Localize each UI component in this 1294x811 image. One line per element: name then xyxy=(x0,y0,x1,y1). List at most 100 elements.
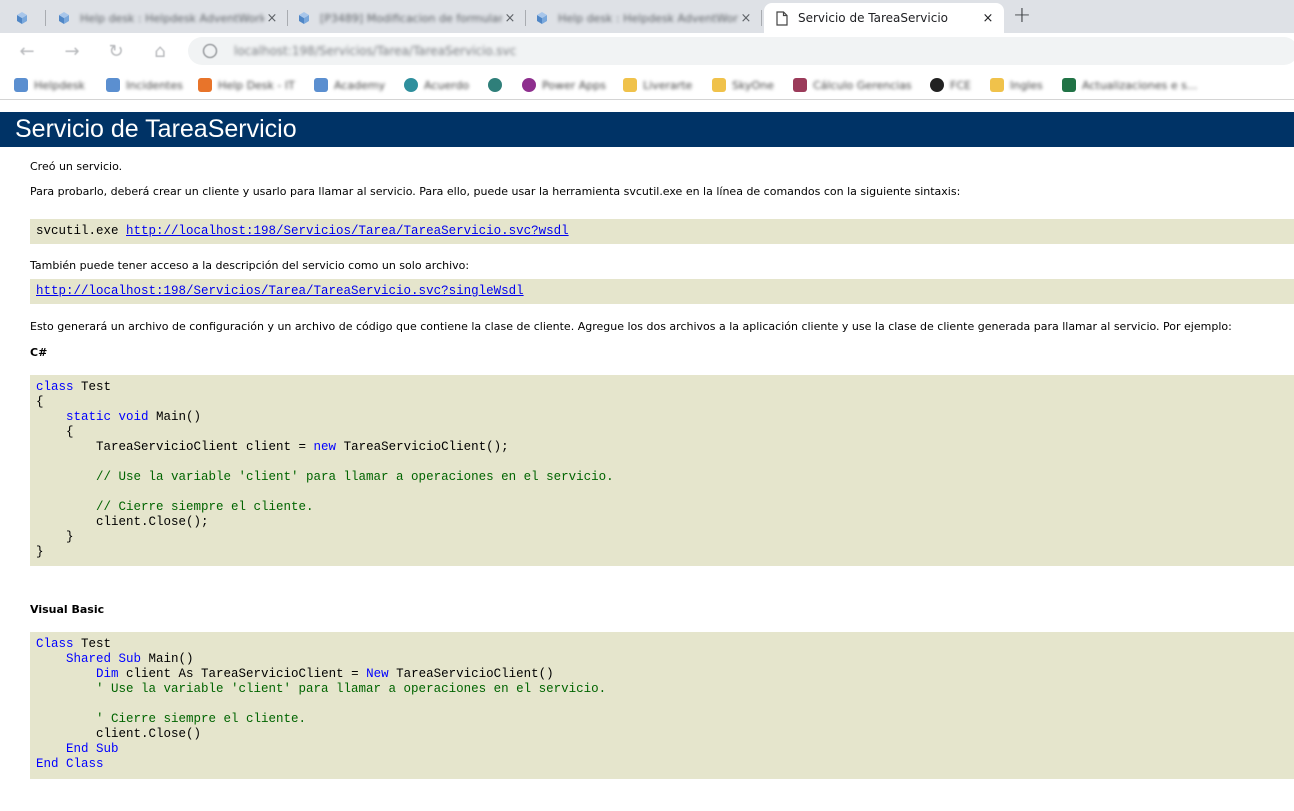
bookmark-unnamed[interactable] xyxy=(488,76,508,94)
code-comment: // Use la variable 'client' para llamar … xyxy=(36,470,614,484)
code-text: TareaServicioClient client = xyxy=(36,440,314,454)
bookmark-acuerdo[interactable]: Acuerdo xyxy=(404,76,469,94)
document-icon xyxy=(774,10,790,26)
bookmark-icon xyxy=(404,78,418,92)
code-line: // Use la variable 'client' para llamar … xyxy=(36,470,1294,485)
code-line: static void Main() xyxy=(36,410,1294,425)
helpdesk-favicon-icon xyxy=(56,10,72,26)
bookmark-icon xyxy=(488,78,502,92)
bookmark-incidentes[interactable]: Incidentes xyxy=(106,76,183,94)
code-line: class Test xyxy=(36,380,1294,395)
intro-text: Creó un servicio. xyxy=(30,160,123,173)
bookmark-skyone[interactable]: SkyOne xyxy=(712,76,774,94)
folder-icon xyxy=(623,78,637,92)
svcutil-command-block: svcutil.exe http://localhost:198/Servici… xyxy=(30,219,1294,244)
code-line: client.Close(); xyxy=(36,515,1294,530)
bookmark-helpdesk-it[interactable]: Help Desk - IT xyxy=(198,76,295,94)
bookmark-liverarte[interactable]: Liverarte xyxy=(623,76,692,94)
code-text: client.Close() xyxy=(36,727,202,741)
code-keyword: Dim xyxy=(96,667,119,681)
vb-code-block: Class Test Shared Sub Main() Dim client … xyxy=(30,632,1294,779)
code-line: End Sub xyxy=(36,742,1294,757)
address-bar[interactable]: localhost:198/Servicios/Tarea/TareaServi… xyxy=(188,37,1294,65)
code-keyword: Shared Sub xyxy=(66,652,142,666)
close-icon[interactable]: × xyxy=(738,10,754,26)
code-text: Main() xyxy=(141,652,194,666)
tab-helpdesk-2[interactable]: Help desk : Helpdesk AdventWorks × xyxy=(526,3,762,33)
bookmark-label: FCE xyxy=(950,78,971,92)
code-line: Class Test xyxy=(36,637,1294,652)
bookmark-label: Acuerdo xyxy=(424,78,470,92)
close-icon[interactable]: × xyxy=(502,10,518,26)
tab-p3489[interactable]: [P3489] Modificacion de formulario × xyxy=(288,3,526,33)
generate-text: Esto generará un archivo de configuració… xyxy=(30,320,1232,333)
code-line: } xyxy=(36,545,1294,560)
bookmark-ingles[interactable]: Ingles xyxy=(990,76,1043,94)
folder-icon xyxy=(990,78,1004,92)
tab-helpdesk-1[interactable]: Help desk : Helpdesk AdventWorks × xyxy=(48,3,288,33)
tab-servicio-active[interactable]: Servicio de TareaServicio × xyxy=(764,3,1004,33)
bookmark-label: Helpdesk xyxy=(34,78,85,92)
instructions-text: Para probarlo, deberá crear un cliente y… xyxy=(30,185,961,198)
close-icon[interactable]: × xyxy=(980,10,996,26)
bookmark-helpdesk[interactable]: Helpdesk xyxy=(14,76,85,94)
bookmark-icon xyxy=(198,78,212,92)
code-text: } xyxy=(36,545,44,559)
bookmark-academy[interactable]: Academy xyxy=(314,76,385,94)
tab-pinned[interactable] xyxy=(6,3,46,33)
helpdesk-favicon-icon xyxy=(296,10,312,26)
bookmark-icon xyxy=(930,78,944,92)
page-title: Servicio de TareaServicio xyxy=(0,112,1294,147)
wsdl-link[interactable]: http://localhost:198/Servicios/Tarea/Tar… xyxy=(126,224,569,238)
code-keyword: Class xyxy=(36,637,74,651)
bookmark-icon xyxy=(106,78,120,92)
code-line: Dim client As TareaServicioClient = New … xyxy=(36,667,1294,682)
bookmark-calculo-gerencias[interactable]: Cálculo Gerencias xyxy=(793,76,912,94)
csharp-code-block: class Test{ static void Main() { TareaSe… xyxy=(30,375,1294,566)
back-arrow-icon[interactable]: ← xyxy=(15,39,39,63)
code-keyword: End Class xyxy=(36,757,104,771)
code-line: // Cierre siempre el cliente. xyxy=(36,500,1294,515)
single-wsdl-block: http://localhost:198/Servicios/Tarea/Tar… xyxy=(30,279,1294,304)
bookmark-actualizaciones[interactable]: Actualizaciones e s... xyxy=(1062,76,1197,94)
code-line: TareaServicioClient client = new TareaSe… xyxy=(36,440,1294,455)
single-wsdl-link[interactable]: http://localhost:198/Servicios/Tarea/Tar… xyxy=(36,284,524,298)
bookmark-label: Incidentes xyxy=(126,78,183,92)
code-text: TareaServicioClient() xyxy=(388,667,554,681)
bookmark-label: SkyOne xyxy=(732,78,774,92)
code-line: client.Close() xyxy=(36,727,1294,742)
code-keyword: class xyxy=(36,380,74,394)
bookmark-fce[interactable]: FCE xyxy=(930,76,971,94)
code-comment: ' Use la variable 'client' para llamar a… xyxy=(36,682,607,696)
tab-title: [P3489] Modificacion de formulario xyxy=(320,11,502,25)
code-comment: ' Cierre siempre el cliente. xyxy=(36,712,307,726)
code-text: } xyxy=(36,530,74,544)
code-keyword: new xyxy=(313,440,337,454)
vb-heading: Visual Basic xyxy=(30,603,105,616)
tab-title: Help desk : Helpdesk AdventWorks xyxy=(558,11,738,25)
forward-arrow-icon[interactable]: → xyxy=(60,39,84,63)
bookmark-power-apps[interactable]: Power Apps xyxy=(522,76,606,94)
helpdesk-favicon-icon xyxy=(14,10,30,26)
svcutil-command: svcutil.exe xyxy=(36,224,127,238)
excel-icon xyxy=(1062,78,1076,92)
code-line: Shared Sub Main() xyxy=(36,652,1294,667)
reload-icon[interactable]: ↻ xyxy=(104,39,128,63)
info-icon[interactable] xyxy=(202,43,218,59)
code-keyword: static void xyxy=(66,410,149,424)
new-tab-button[interactable]: + xyxy=(1011,3,1033,28)
csharp-heading: C# xyxy=(30,346,48,359)
code-text: { xyxy=(36,395,44,409)
helpdesk-favicon-icon xyxy=(534,10,550,26)
code-text: Test xyxy=(73,637,112,651)
close-icon[interactable]: × xyxy=(264,10,280,26)
code-text: client.Close(); xyxy=(36,515,209,529)
bookmark-label: Power Apps xyxy=(542,78,606,92)
home-icon[interactable]: ⌂ xyxy=(148,39,172,63)
bookmark-label: Help Desk - IT xyxy=(218,78,295,92)
